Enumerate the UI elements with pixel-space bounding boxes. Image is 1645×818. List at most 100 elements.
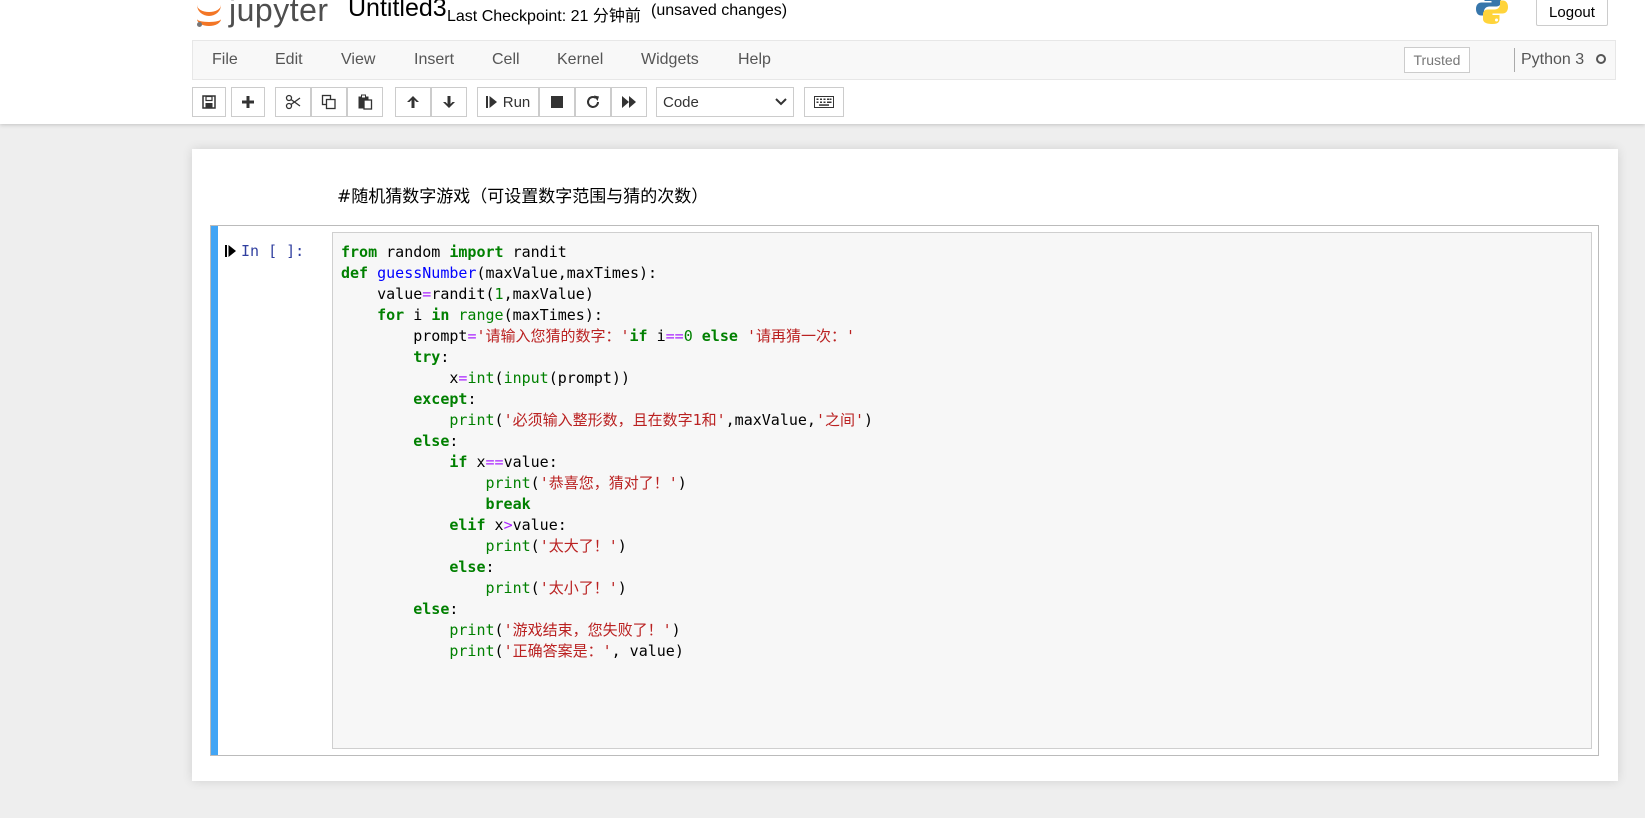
code-cell-selected[interactable]: In [ ]: from random import randit def gue…	[210, 225, 1599, 756]
code-line: value=randit(1,maxValue)	[341, 284, 873, 305]
code-token: '之间'	[815, 411, 865, 429]
code-token: :	[440, 348, 450, 366]
code-token: print	[449, 642, 495, 660]
markdown-cell[interactable]: #随机猜数字游戏（可设置数字范围与猜的次数）	[337, 182, 708, 207]
code-token: prompt	[341, 327, 468, 345]
code-editor[interactable]: from random import randit def guessNumber…	[332, 232, 1592, 749]
prompt-text: In [ ]:	[241, 242, 305, 260]
run-cell-icon[interactable]	[225, 244, 237, 258]
code-line: x=int(input(prompt))	[341, 368, 873, 389]
code-token: int	[467, 369, 495, 387]
code-token: value:	[503, 453, 558, 471]
restart-run-all-button[interactable]	[611, 87, 647, 117]
interrupt-button[interactable]	[539, 87, 575, 117]
code-token: )	[617, 537, 627, 555]
notebook-name[interactable]: Untitled3	[348, 0, 447, 23]
insert-cell-button[interactable]	[231, 87, 265, 117]
save-icon	[202, 95, 216, 109]
logout-button[interactable]: Logout	[1536, 0, 1608, 26]
code-text: from random import randit def guessNumber…	[341, 242, 873, 662]
code-line: def guessNumber(maxValue,maxTimes):	[341, 263, 873, 284]
code-token: i	[404, 306, 432, 324]
code-token: (maxValue,maxTimes):	[476, 264, 658, 282]
code-token: :	[449, 600, 459, 618]
menu-bar: File Edit View Insert Cell Kernel Widget…	[192, 40, 1616, 80]
code-token: x	[341, 369, 459, 387]
code-token: x	[485, 516, 504, 534]
menu-file[interactable]: File	[212, 51, 238, 69]
copy-button[interactable]	[311, 87, 347, 117]
menu-kernel[interactable]: Kernel	[557, 51, 603, 69]
cut-icon	[285, 94, 301, 110]
code-token: '请再猜一次：'	[746, 327, 855, 345]
kernel-idle-icon	[1596, 54, 1606, 64]
plus-icon	[242, 96, 254, 108]
code-line: print('太大了！')	[341, 536, 873, 557]
notebook-container: #随机猜数字游戏（可设置数字范围与猜的次数） In [ ]: from rand…	[192, 149, 1618, 781]
code-line: try:	[341, 347, 873, 368]
menu-insert[interactable]: Insert	[414, 51, 454, 69]
move-down-button[interactable]	[431, 87, 467, 117]
code-line: break	[341, 494, 873, 515]
cell-type-select[interactable]: Code	[656, 87, 794, 117]
menu-help[interactable]: Help	[738, 51, 771, 69]
cut-button[interactable]	[275, 87, 311, 117]
code-token: print	[449, 621, 495, 639]
code-token: >	[503, 516, 513, 534]
menu-view[interactable]: View	[341, 51, 375, 69]
autosave-status: (unsaved changes)	[651, 2, 788, 19]
code-line: print('必须输入整形数，且在数字1和',maxValue,'之间')	[341, 410, 873, 431]
fast-forward-icon	[622, 96, 636, 108]
code-token: print	[485, 474, 531, 492]
code-line: else:	[341, 431, 873, 452]
code-line: except:	[341, 389, 873, 410]
move-up-button[interactable]	[395, 87, 431, 117]
code-token: else	[413, 432, 450, 450]
code-token: input	[503, 369, 549, 387]
checkpoint-status: Last Checkpoint: 21 分钟前	[447, 8, 641, 25]
code-token: print	[449, 411, 495, 429]
code-token: range	[458, 306, 504, 324]
code-line: print('恭喜您，猜对了！')	[341, 473, 873, 494]
code-token: '请输入您猜的数字：'	[476, 327, 630, 345]
menu-cell[interactable]: Cell	[492, 51, 520, 69]
restart-button[interactable]	[575, 87, 611, 117]
code-token: (	[494, 411, 504, 429]
code-token: , value)	[611, 642, 684, 660]
code-token: (	[494, 369, 504, 387]
paste-button[interactable]	[347, 87, 383, 117]
code-line: print('太小了！')	[341, 578, 873, 599]
run-button[interactable]: Run	[477, 87, 539, 117]
paste-icon	[358, 94, 373, 110]
code-token: (maxTimes):	[503, 306, 603, 324]
trusted-badge[interactable]: Trusted	[1404, 47, 1470, 73]
code-token: :	[467, 390, 477, 408]
code-token: :	[485, 558, 495, 576]
jupyter-logo[interactable]: jupyter	[197, 0, 329, 32]
top-bar: jupyter Untitled3 Last Checkpoint: 21 分钟…	[0, 0, 1645, 40]
input-prompt[interactable]: In [ ]:	[225, 242, 304, 260]
command-palette-button[interactable]	[804, 87, 844, 117]
code-token: (	[530, 537, 540, 555]
code-token: '恭喜您，猜对了！'	[539, 474, 678, 492]
menu-widgets[interactable]: Widgets	[641, 51, 699, 69]
code-token: )	[671, 621, 681, 639]
menu-edit[interactable]: Edit	[275, 51, 303, 69]
code-token: ==	[665, 327, 684, 345]
save-button[interactable]	[192, 87, 226, 117]
kernel-name[interactable]: Python 3	[1521, 51, 1584, 69]
code-token: x	[467, 453, 486, 471]
cell-selection-bar	[211, 226, 218, 755]
code-line: for i in range(maxTimes):	[341, 305, 873, 326]
code-token: print	[485, 537, 531, 555]
code-token: guessNumber	[377, 264, 477, 282]
